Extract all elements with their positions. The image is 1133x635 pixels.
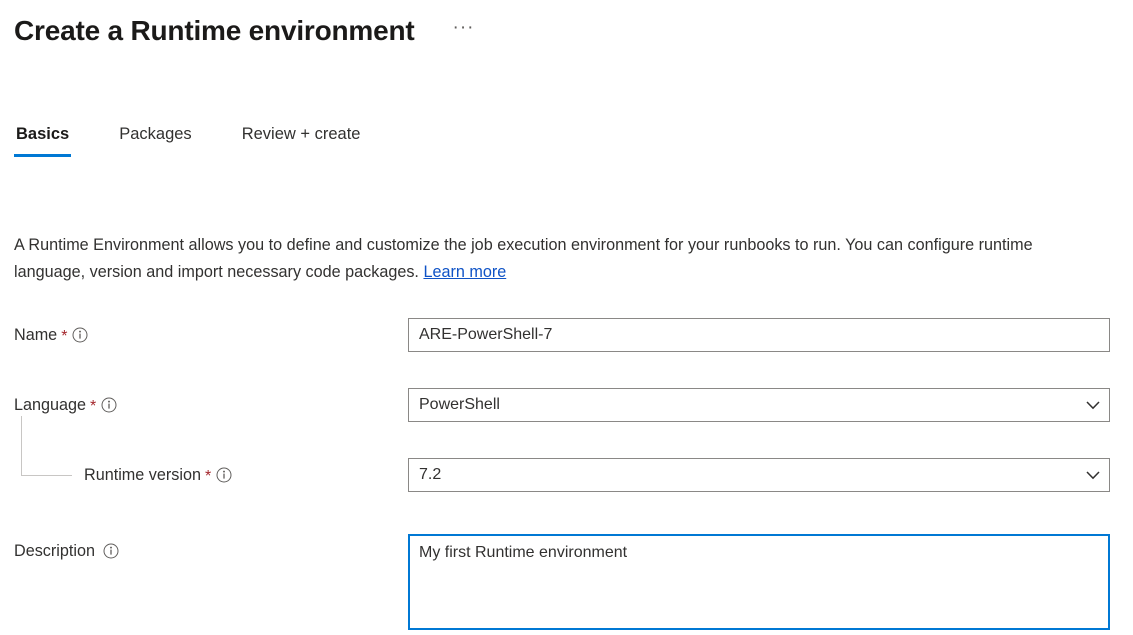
runtime-version-label: Runtime version * (0, 458, 408, 492)
name-field-cell (408, 318, 1133, 352)
language-select[interactable]: PowerShell (408, 388, 1110, 422)
tab-bar: Basics Packages Review + create (0, 123, 1133, 168)
form-row-runtime-version: Runtime version * 7.2 (0, 416, 1133, 492)
tab-basics[interactable]: Basics (14, 123, 72, 157)
runtime-version-label-text: Runtime version (84, 465, 201, 484)
language-label-text: Language (14, 395, 87, 414)
learn-more-link[interactable]: Learn more (423, 263, 506, 281)
language-required-asterisk: * (90, 398, 97, 415)
form-row-description: Description (0, 534, 1133, 630)
runtime-version-required-asterisk: * (204, 468, 212, 485)
name-label-text: Name (14, 325, 58, 344)
name-label: Name * (0, 318, 408, 352)
description-textarea[interactable] (408, 534, 1110, 630)
tab-review-create[interactable]: Review + create (240, 123, 363, 157)
info-icon[interactable] (216, 467, 232, 483)
language-label: Language * (0, 388, 408, 422)
tab-packages[interactable]: Packages (117, 123, 193, 157)
basics-form: Name * Language * (0, 318, 1133, 630)
info-icon[interactable] (101, 397, 117, 413)
description-label-text: Description (14, 541, 95, 560)
name-input[interactable] (408, 318, 1110, 352)
description-label: Description (0, 534, 408, 568)
language-select-wrap: PowerShell (408, 388, 1110, 422)
page-title: Create a Runtime environment (14, 15, 415, 46)
name-required-asterisk: * (61, 328, 68, 345)
form-row-language: Language * PowerShell (0, 388, 1133, 422)
intro-text: A Runtime Environment allows you to defi… (14, 236, 1033, 281)
runtime-version-select[interactable]: 7.2 (408, 458, 1110, 492)
language-field-cell: PowerShell (408, 388, 1133, 422)
form-row-name: Name * (0, 318, 1133, 352)
page-header: Create a Runtime environment ··· (0, 0, 1133, 62)
runtime-version-select-wrap: 7.2 (408, 458, 1110, 492)
info-icon[interactable] (103, 543, 119, 559)
description-field-cell (408, 534, 1133, 630)
info-icon[interactable] (72, 327, 88, 343)
runtime-version-field-cell: 7.2 (408, 458, 1133, 492)
intro-description: A Runtime Environment allows you to defi… (14, 232, 1104, 286)
more-options-icon[interactable]: ··· (447, 16, 481, 46)
